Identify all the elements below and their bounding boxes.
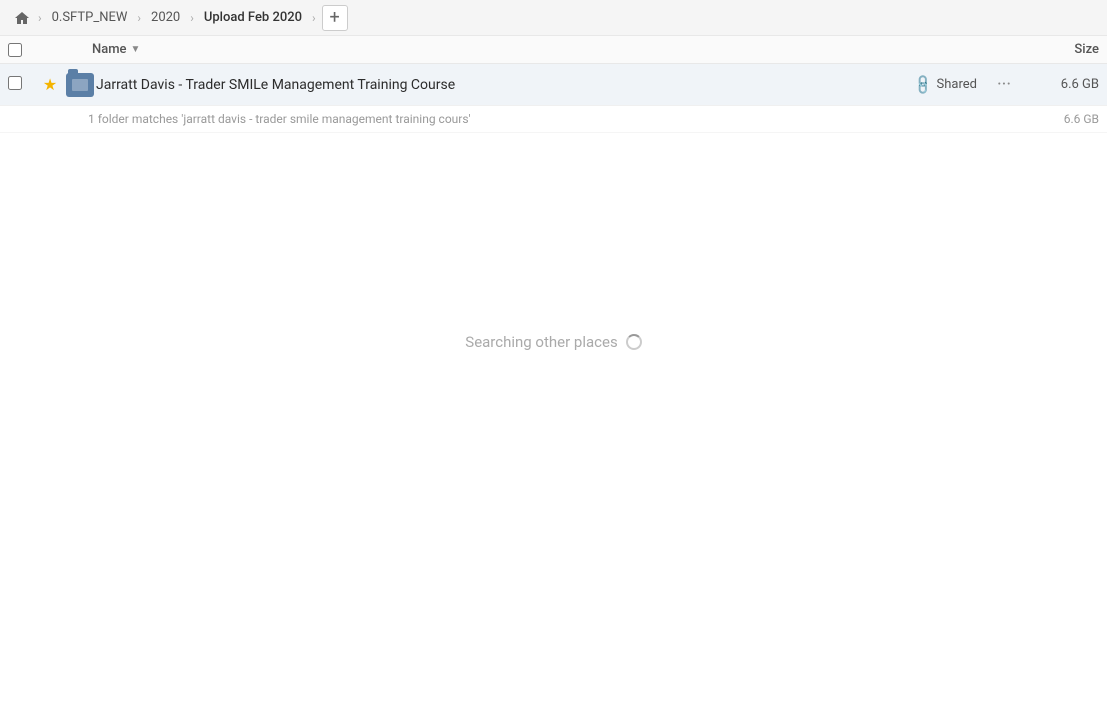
add-breadcrumb-button[interactable]: + bbox=[322, 5, 348, 31]
breadcrumb-separator-1: › bbox=[38, 11, 42, 25]
folder-icon bbox=[64, 73, 96, 97]
star-icon[interactable]: ★ bbox=[36, 75, 64, 94]
name-column-header[interactable]: Name ▼ bbox=[92, 42, 1019, 57]
breadcrumb-separator-4: › bbox=[312, 11, 316, 25]
size-column-header: Size bbox=[1019, 42, 1099, 57]
breadcrumb-bar: › 0.SFTP_NEW › 2020 › Upload Feb 2020 › … bbox=[0, 0, 1107, 36]
loading-spinner bbox=[626, 334, 642, 350]
file-size: 6.6 GB bbox=[1019, 77, 1099, 92]
column-header: Name ▼ Size bbox=[0, 36, 1107, 64]
more-options-button[interactable]: ··· bbox=[989, 74, 1019, 95]
breadcrumb-item-upload[interactable]: Upload Feb 2020 bbox=[196, 8, 310, 27]
breadcrumb-item-2020[interactable]: 2020 bbox=[143, 8, 188, 27]
link-icon: 🔗 bbox=[912, 73, 936, 97]
select-all-input[interactable] bbox=[8, 43, 22, 57]
breadcrumb-separator-2: › bbox=[137, 11, 141, 25]
select-all-checkbox[interactable] bbox=[8, 43, 32, 57]
row-checkbox-input[interactable] bbox=[8, 76, 22, 90]
match-info-size: 6.6 GB bbox=[1064, 112, 1099, 126]
table-row[interactable]: ★ Jarratt Davis - Trader SMILe Managemen… bbox=[0, 64, 1107, 106]
row-checkbox[interactable] bbox=[8, 76, 32, 94]
match-info-text: 1 folder matches 'jarratt davis - trader… bbox=[88, 112, 471, 126]
searching-other-places: Searching other places bbox=[0, 333, 1107, 351]
match-info-row: 1 folder matches 'jarratt davis - trader… bbox=[0, 106, 1107, 133]
shared-label: 🔗 Shared bbox=[915, 77, 977, 93]
breadcrumb-separator-3: › bbox=[190, 11, 194, 25]
breadcrumb-item-sftp[interactable]: 0.SFTP_NEW bbox=[44, 8, 136, 27]
name-sort-arrow: ▼ bbox=[131, 44, 141, 55]
file-name: Jarratt Davis - Trader SMILe Management … bbox=[96, 77, 915, 93]
searching-label: Searching other places bbox=[465, 333, 617, 351]
home-button[interactable] bbox=[8, 4, 36, 32]
